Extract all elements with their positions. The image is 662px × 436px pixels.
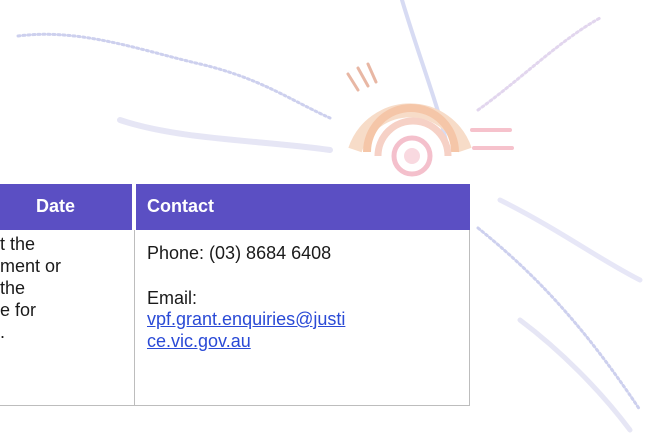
header-date-label: Date xyxy=(36,196,76,216)
brush-stroke-left-icon xyxy=(117,117,333,153)
date-cell-line: the xyxy=(0,278,26,298)
dotted-line-right-icon xyxy=(476,226,642,412)
table-header-contact: Contact xyxy=(136,184,470,230)
contact-email-label: Email: xyxy=(147,288,198,308)
contact-phone: Phone: (03) 8684 6408 xyxy=(147,243,332,263)
table-header-date: Date xyxy=(0,184,134,230)
table-right-border xyxy=(469,230,470,406)
date-cell-line: ment or xyxy=(0,256,62,276)
date-cell-line: t the xyxy=(0,234,36,254)
header-contact-label: Contact xyxy=(147,196,214,216)
brush-stroke-right-icon xyxy=(497,197,643,283)
brush-stroke-far-right-icon xyxy=(517,317,633,433)
dotted-line-left-icon xyxy=(16,32,332,120)
email-link-line-1[interactable]: vpf.grant.enquiries@justi xyxy=(147,309,345,330)
date-cell-line: . xyxy=(0,322,6,342)
table-bottom-border xyxy=(0,405,470,406)
column-divider xyxy=(134,230,135,406)
email-link-line-2[interactable]: ce.vic.gov.au xyxy=(147,331,251,352)
dotted-line-upper-right-icon xyxy=(476,16,602,112)
date-cell-line: e for xyxy=(0,300,37,320)
